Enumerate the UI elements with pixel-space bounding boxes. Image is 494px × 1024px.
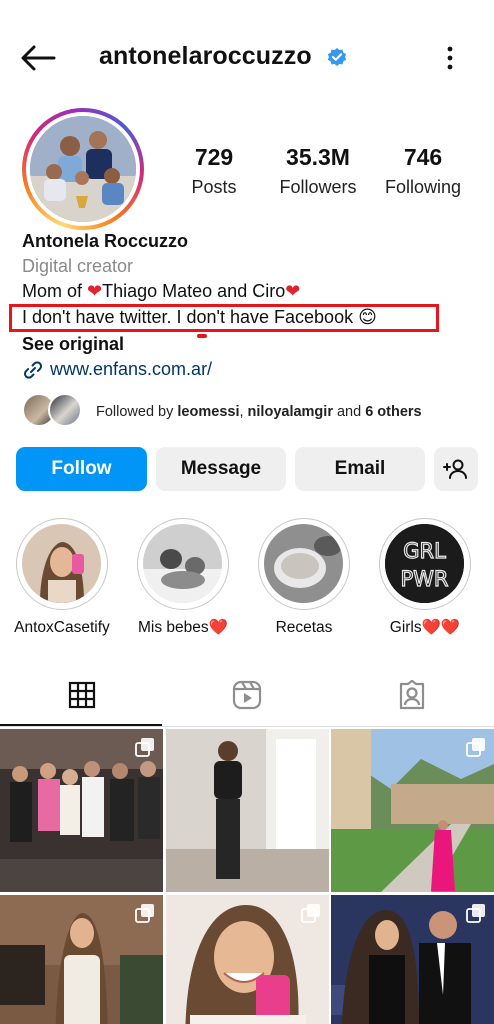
tab-grid[interactable]: [0, 664, 164, 726]
profile-tabs: [0, 664, 494, 726]
followers-label: Followers: [279, 177, 357, 197]
verified-badge-icon: [327, 48, 347, 66]
bio-line-1-kids: Thiago Mateo and Ciro: [102, 281, 286, 301]
followed-by-user-2: niloyalamgir: [247, 404, 333, 420]
tab-tagged[interactable]: [330, 664, 494, 726]
heart-icon: ❤: [285, 281, 301, 301]
email-button[interactable]: Email: [295, 447, 425, 491]
posts-value: 729: [194, 144, 234, 170]
multiple-posts-icon: [466, 904, 485, 923]
grid-post[interactable]: [0, 729, 163, 892]
multiple-posts-icon: [135, 738, 154, 757]
highlight-cover: [143, 524, 222, 603]
profile-full-name: Antonela Roccuzzo: [22, 231, 189, 251]
multiple-posts-icon: [301, 904, 320, 923]
multiple-posts-icon: [135, 904, 154, 923]
grid-post[interactable]: [166, 729, 329, 892]
see-original-link[interactable]: See original: [22, 332, 124, 356]
follow-button[interactable]: Follow: [16, 447, 147, 491]
grid-icon: [68, 681, 96, 709]
grid-post[interactable]: [0, 895, 163, 1024]
followed-by-text[interactable]: Followed by leomessi, niloyalamgir and 6…: [96, 402, 422, 422]
followed-by-mid: and: [332, 404, 366, 420]
annotation-mark: [197, 334, 207, 338]
highlight-mis-bebes[interactable]: Mis bebes❤️: [135, 518, 231, 638]
followed-by-others: 6 others: [365, 404, 422, 420]
posts-grid: [0, 729, 494, 1024]
highlight-label: Mis bebes❤️: [138, 619, 228, 636]
followers-count[interactable]: 35.3M Followers: [263, 143, 373, 199]
bio-line-1-prefix: Mom of: [22, 281, 88, 301]
highlight-cover: [264, 524, 343, 603]
link-icon: [24, 361, 42, 379]
tagged-icon: [399, 680, 425, 710]
divider: [0, 726, 494, 727]
avatar: [48, 393, 82, 427]
highlight-girls[interactable]: GRL PWR Girls❤️❤️: [377, 518, 473, 638]
reels-icon: [232, 680, 262, 710]
grid-post[interactable]: [166, 895, 329, 1024]
following-label: Following: [384, 177, 462, 197]
multiple-posts-icon: [466, 738, 485, 757]
grid-post[interactable]: [331, 729, 494, 892]
tab-reels[interactable]: [165, 664, 329, 726]
highlight-label: Recetas: [275, 619, 333, 636]
heart-icon: ❤: [87, 281, 103, 301]
highlight-cover: [22, 524, 101, 603]
profile-website-link[interactable]: www.enfans.com.ar/: [50, 357, 212, 381]
highlight-label: Girls❤️❤️: [389, 619, 461, 636]
arrow-left-icon[interactable]: [20, 44, 56, 72]
grid-post[interactable]: [331, 895, 494, 1024]
avatar-photo: [30, 116, 136, 222]
profile-category: Digital creator: [22, 256, 134, 276]
following-value: 746: [403, 144, 443, 170]
following-count[interactable]: 746 Following: [368, 143, 478, 199]
posts-count[interactable]: 729 Posts: [159, 143, 269, 199]
highlight-pwr-text: PWR: [400, 567, 448, 591]
highlight-grl-text: GRL: [403, 539, 446, 563]
highlight-cover: GRL PWR: [385, 524, 464, 603]
message-button[interactable]: Message: [156, 447, 286, 491]
add-person-icon: [443, 459, 467, 479]
more-vertical-icon[interactable]: [442, 44, 458, 72]
followed-by-user-1: leomessi: [177, 404, 240, 420]
highlight-recetas[interactable]: Recetas: [256, 518, 352, 638]
followed-by-prefix: Followed by: [96, 404, 178, 420]
bio-line-2: I don't have twitter. I don't have Faceb…: [22, 307, 377, 327]
mutual-followers-avatars[interactable]: [22, 393, 86, 429]
highlight-label: AntoxCasetify: [14, 619, 110, 636]
followed-by-sep: ,: [239, 404, 248, 420]
profile-avatar[interactable]: [22, 108, 144, 230]
highlight-antoxcasetify[interactable]: AntoxCasetify: [14, 518, 110, 638]
top-bar: antonelaroccuzzo: [0, 30, 494, 86]
posts-label: Posts: [191, 177, 237, 197]
add-person-button[interactable]: [434, 447, 478, 491]
followers-value: 35.3M: [286, 144, 350, 170]
profile-username: antonelaroccuzzo: [99, 42, 312, 70]
bio-line-1: Mom of ❤Thiago Mateo and Ciro❤: [22, 279, 300, 303]
